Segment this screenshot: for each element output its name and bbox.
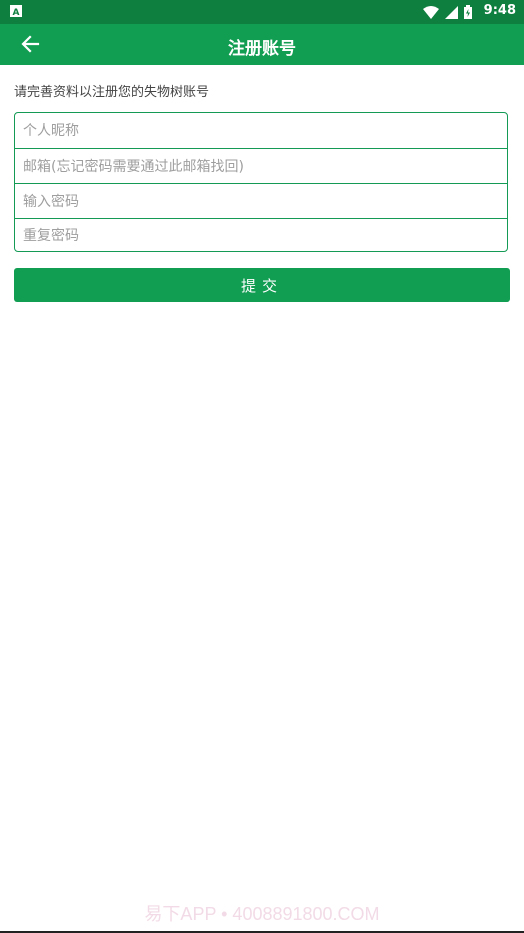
password-repeat-field-wrap — [15, 218, 507, 253]
wifi-icon — [423, 5, 439, 19]
status-time: 9:48 — [483, 3, 516, 18]
email-input[interactable] — [15, 149, 507, 184]
watermark: 易下APP • 4008891800.COM — [144, 904, 380, 924]
nickname-field-wrap — [15, 113, 507, 148]
app-bar: 注册账号 — [0, 24, 524, 65]
register-form — [14, 112, 508, 253]
submit-button[interactable]: 提交 — [14, 268, 510, 302]
signal-icon — [445, 5, 458, 19]
intro-text: 请完善资料以注册您的失物树账号 — [14, 85, 210, 100]
status-bar: A 9:48 — [0, 0, 524, 24]
page-title: 注册账号 — [228, 39, 296, 59]
email-field-wrap — [15, 149, 507, 184]
password-field-wrap — [15, 184, 507, 219]
password-input[interactable] — [15, 184, 507, 219]
battery-icon — [464, 5, 472, 19]
password-repeat-input[interactable] — [15, 218, 507, 253]
nickname-input[interactable] — [15, 113, 507, 148]
notification-icon: A — [10, 5, 22, 17]
svg-text:A: A — [13, 8, 20, 17]
status-icons — [423, 5, 472, 19]
